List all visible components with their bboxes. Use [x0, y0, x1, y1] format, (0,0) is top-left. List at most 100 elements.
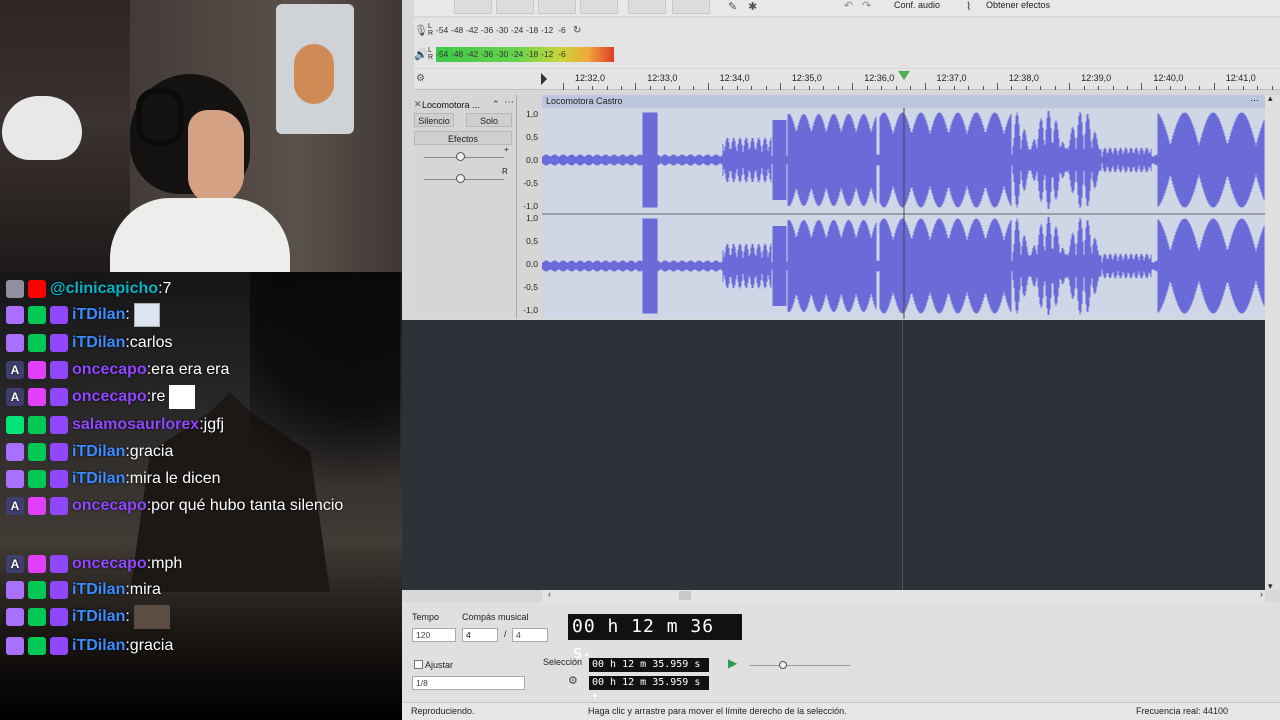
scroll-left-icon[interactable]: ‹: [548, 589, 551, 599]
meter-scale-label: -54: [436, 25, 449, 35]
tempo-input[interactable]: 120: [412, 628, 456, 642]
timeline-tick-label: 12:35,0: [791, 73, 822, 83]
chat-emote-image: [133, 303, 160, 327]
pan-slider-thumb[interactable]: [456, 174, 465, 183]
selection-start-time[interactable]: 00 h 12 m 35.959 s ▾: [589, 658, 709, 684]
timeline-tick-mark: [1069, 83, 1071, 90]
timeline-ruler[interactable]: ⚙ 12:32,0 12:33,0 12:34,0 12:35,0 12:36,0 12:…: [414, 69, 1280, 90]
toolbar-button-1[interactable]: [454, 0, 492, 14]
collapse-track-icon[interactable]: ⌃: [492, 99, 500, 110]
snap-checkbox[interactable]: [414, 660, 423, 669]
chat-message: iTDilan: gracia: [6, 440, 173, 464]
track-menu-icon[interactable]: ⋯: [504, 97, 514, 108]
mute-button[interactable]: Silencio: [414, 113, 454, 127]
play-speed-slider-thumb[interactable]: [779, 661, 787, 669]
toolbar-button-5[interactable]: [628, 0, 666, 14]
status-sample-rate: Frecuencia real: 44100: [1136, 706, 1229, 716]
timeline-tick-mark: [664, 86, 666, 90]
chat-badge-prime-icon: [28, 443, 46, 461]
chat-badge-A-icon: A: [6, 361, 24, 379]
chat-message: Aoncecapo: por qué hubo tanta silencio: [6, 494, 343, 518]
timeline-tick-mark: [649, 86, 651, 90]
chat-message-text: mira le dicen: [129, 470, 221, 487]
audio-setup-button[interactable]: Conf. audio: [894, 0, 940, 10]
scroll-down-icon[interactable]: ▾: [1268, 581, 1273, 592]
empty-track-area[interactable]: [402, 320, 1265, 590]
chat-username: iTDilan: [72, 443, 126, 460]
chat-badge-prime-icon: [28, 637, 46, 655]
timeline-settings-icon[interactable]: ⚙: [416, 73, 425, 84]
selection-settings-icon[interactable]: ⚙: [568, 674, 578, 687]
get-effects-button[interactable]: Obtener efectos: [986, 0, 1050, 10]
timeline-tick-mark: [996, 83, 998, 90]
timeline-tick-mark: [736, 86, 738, 90]
clip-name[interactable]: Locomotora Castro ⋯: [542, 95, 1265, 108]
gain-slider-thumb[interactable]: [456, 152, 465, 161]
time-signature-numerator[interactable]: 4: [462, 628, 498, 642]
timeline-tick-label: 12:33,0: [647, 73, 678, 83]
timeline-tick-mark: [837, 86, 839, 90]
timeline-tick-mark: [1170, 86, 1172, 90]
timeline-tick-mark: [794, 86, 796, 90]
chat-badge-twitch-icon: [50, 555, 68, 573]
playback-meter[interactable]: 🔊 L R -54 -48 -42 -36 -30 -24 -18 -12 -6: [414, 46, 634, 62]
vertical-scrollbar[interactable]: ▴ ▾: [1265, 93, 1280, 592]
webcam-person-face: [188, 110, 244, 204]
refresh-icon[interactable]: ↻: [573, 25, 581, 36]
track-name[interactable]: Locomotora ...: [422, 100, 480, 110]
timeline-tick-mark: [924, 83, 926, 90]
close-track-icon[interactable]: ✕: [414, 99, 422, 110]
chat-separator: :: [125, 608, 130, 625]
playback-meter-channels: L R: [428, 47, 434, 61]
bottom-toolbar: Tempo 120 Compás musical 4 / 4 00 h 12 m…: [402, 602, 1280, 702]
waveform-clip[interactable]: Locomotora Castro ⋯: [542, 95, 1265, 319]
amplitude-label: 1,0: [526, 213, 538, 223]
playhead-marker[interactable]: [898, 71, 910, 80]
redo-icon[interactable]: ↷: [862, 0, 871, 12]
toolbar-button-3[interactable]: [538, 0, 576, 14]
chat-badge-twitch-icon: [50, 470, 68, 488]
record-meter-channels: L R: [428, 23, 434, 37]
undo-icon[interactable]: ↶: [844, 0, 853, 12]
chat-badge-prime-icon: [28, 416, 46, 434]
horizontal-scroll-thumb[interactable]: [679, 591, 691, 600]
play-at-speed-icon[interactable]: ▶: [728, 656, 737, 670]
timeline-tick-mark: [866, 86, 868, 90]
chat-username: oncecapo: [72, 388, 147, 405]
chat-message: iTDilan:: [6, 303, 160, 327]
horizontal-scrollbar[interactable]: ‹ ›: [542, 589, 1265, 602]
selection-label: Selección: [543, 657, 583, 667]
record-meter[interactable]: 🎙 L R -54 -48 -42 -36 -30 -24 -18 -12 -6 ↻: [414, 22, 581, 38]
meter-scale-label: -18: [526, 49, 539, 59]
amplitude-label: 0,5: [526, 236, 538, 246]
time-signature-separator: /: [504, 629, 507, 639]
timeline-tick-mark: [1011, 86, 1013, 90]
timeline-tick-mark: [1228, 86, 1230, 90]
meter-scale-label: -24: [511, 25, 524, 35]
multi-tool-icon[interactable]: ✱: [748, 0, 757, 13]
meter-scale-label: -12: [541, 49, 554, 59]
amplitude-label: -0,5: [523, 282, 538, 292]
clip-menu-icon[interactable]: ⋯: [1250, 95, 1259, 107]
effects-button[interactable]: Efectos: [414, 131, 512, 145]
timeline-tick-mark: [779, 83, 781, 90]
solo-button[interactable]: Solo: [466, 113, 512, 127]
toolbar-button-6[interactable]: [672, 0, 710, 14]
time-display[interactable]: 00 h 12 m 36 s▾: [568, 614, 742, 663]
scroll-up-icon[interactable]: ▴: [1268, 93, 1273, 104]
chat-badge-gift-icon: [6, 470, 24, 488]
time-signature-denominator[interactable]: 4: [512, 628, 548, 642]
timeline-tick-label: 12:39,0: [1081, 73, 1112, 83]
chat-overlay: @clinicapicho: 7 iTDilan: iTDilan: carlos…: [0, 272, 402, 720]
timeline-tick-label: 12:40,0: [1153, 73, 1184, 83]
toolbar-button-2[interactable]: [496, 0, 534, 14]
scroll-right-icon[interactable]: ›: [1260, 589, 1263, 599]
toolbar-button-4[interactable]: [580, 0, 618, 14]
chat-separator: :: [125, 306, 130, 323]
amplitude-label: 1,0: [526, 109, 538, 119]
chat-emote-eraser: [169, 385, 196, 409]
play-region-start-icon[interactable]: [541, 73, 547, 85]
pencil-icon[interactable]: ✎: [728, 0, 737, 13]
selection-end-time[interactable]: 00 h 12 m 35.959 s ▾: [589, 676, 709, 702]
snap-select[interactable]: 1/8: [412, 676, 525, 690]
